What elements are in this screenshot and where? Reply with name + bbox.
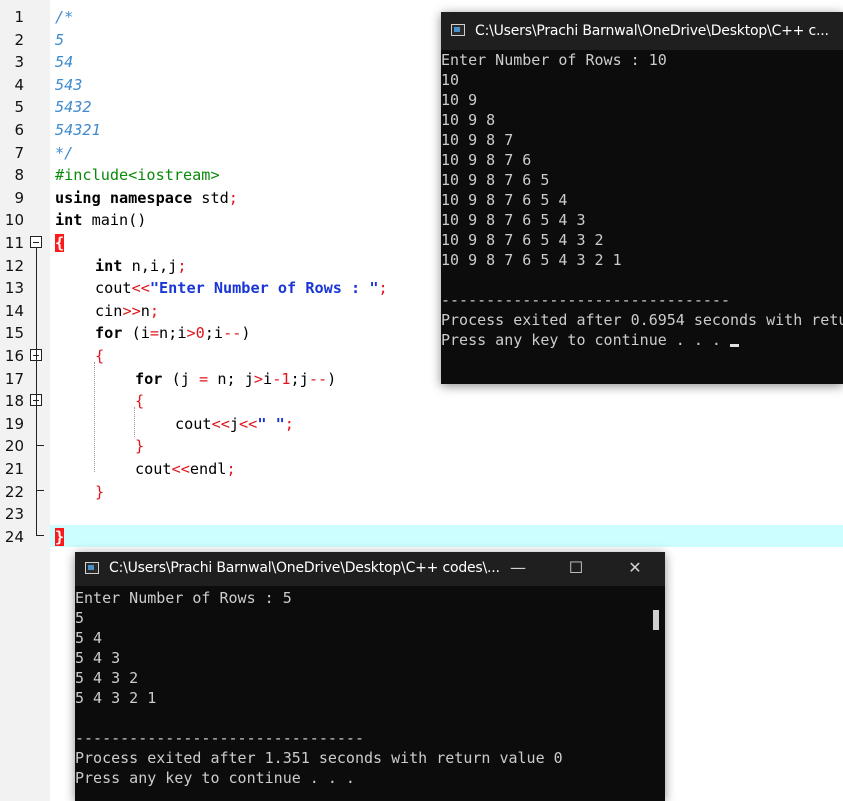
console-line: 10 9 8 7 6 5 4 3 2 — [441, 231, 604, 249]
line-number: 21 — [4, 460, 24, 478]
line-number: 3 — [14, 53, 24, 72]
console-line: Enter Number of Rows : 5 — [75, 589, 292, 607]
console-line: 10 9 8 7 6 5 4 3 — [441, 211, 586, 229]
console-line: 5 4 — [75, 629, 103, 647]
line-number: 19 — [4, 414, 24, 433]
line-number: 24 — [4, 527, 24, 546]
code-line-20: } — [135, 437, 145, 456]
fold-end-marker — [36, 445, 44, 446]
code-line-24: } — [55, 527, 65, 546]
line-number: 16 — [4, 347, 24, 365]
console-app-icon — [451, 24, 465, 36]
close-button[interactable]: ✕ — [624, 558, 646, 578]
line-number: 8 — [14, 166, 24, 185]
code-line-14: cin>>n; — [95, 301, 160, 320]
indent-guide — [94, 362, 95, 472]
code-line-7: */ — [55, 143, 74, 162]
line-number: 14 — [4, 301, 24, 320]
code-line-1: /* — [55, 8, 74, 26]
line-number: 7 — [14, 143, 24, 162]
console-titlebar[interactable]: C:\Users\Prachi Barnwal\OneDrive\Desktop… — [441, 12, 843, 50]
line-number: 17 — [4, 369, 24, 388]
console-titlebar[interactable]: C:\Users\Prachi Barnwal\OneDrive\Desktop… — [75, 552, 665, 586]
console-line: Press any key to continue . . . — [441, 330, 739, 350]
console-line: 10 9 8 7 6 5 4 3 2 1 — [441, 251, 622, 269]
code-line-5: 5432 — [55, 98, 92, 117]
console-line: 5 4 3 — [75, 649, 121, 667]
console-line: 10 9 — [441, 91, 478, 109]
code-line-15: for (i=n;i>0;i--) — [95, 324, 251, 343]
console-line: 10 9 8 7 6 5 — [441, 171, 550, 189]
console-window-small[interactable]: C:\Users\Prachi Barnwal\OneDrive\Desktop… — [75, 552, 665, 801]
line-number: 22 — [4, 482, 24, 501]
console-window-large[interactable]: C:\Users\Prachi Barnwal\OneDrive\Desktop… — [441, 12, 843, 384]
code-line-3: 54 — [55, 53, 74, 72]
line-number: 9 — [14, 188, 24, 207]
fold-line — [36, 248, 37, 535]
console-title: C:\Users\Prachi Barnwal\OneDrive\Desktop… — [475, 23, 829, 39]
line-number: 11 — [4, 234, 24, 252]
fold-end-marker — [36, 490, 44, 491]
fold-end-marker — [36, 535, 44, 536]
console-line: 10 9 8 7 — [441, 131, 514, 149]
console-line: -------------------------------- — [75, 729, 364, 747]
line-number: 23 — [4, 505, 24, 524]
console-line: -------------------------------- — [441, 291, 730, 309]
console-line: 5 — [75, 609, 85, 627]
line-number: 5 — [14, 98, 24, 117]
line-number: 20 — [4, 437, 24, 456]
line-number: 10 — [4, 211, 24, 230]
console-line: Enter Number of Rows : 10 — [441, 51, 667, 69]
console-line: Process exited after 1.351 seconds with … — [75, 749, 563, 767]
console-line: 10 9 8 7 6 — [441, 151, 532, 169]
code-line-16: { — [95, 347, 105, 365]
console-output: Enter Number of Rows : 5 5 5 4 5 4 3 5 4 3 2… — [75, 586, 665, 801]
code-line-8: #include<iostream> — [55, 166, 220, 185]
code-line-12: int n,i,j; — [95, 256, 187, 275]
code-line-13: cout<<"Enter Number of Rows : "; — [95, 279, 388, 298]
line-number: 6 — [14, 121, 24, 139]
console-title: C:\Users\Prachi Barnwal\OneDrive\Desktop… — [109, 560, 500, 576]
console-line: 10 9 8 — [441, 111, 496, 129]
code-line-9: using namespace std; — [55, 188, 238, 207]
console-line: Process exited after 0.6954 seconds with… — [441, 311, 843, 329]
code-line-18: { — [135, 392, 145, 411]
code-line-17: for (j = n; j>i-1;j--) — [135, 369, 337, 388]
line-number: 13 — [4, 279, 24, 298]
current-line-highlight — [50, 525, 843, 547]
console-line: 5 4 3 2 1 — [75, 689, 157, 707]
console-line: 5 4 3 2 — [75, 669, 139, 687]
console-line: 10 — [441, 71, 460, 89]
line-number: 12 — [4, 256, 24, 275]
code-line-19: cout<<j<<" "; — [175, 414, 294, 433]
line-number: 1 — [14, 8, 24, 26]
text-cursor — [729, 344, 739, 347]
maximize-button[interactable]: ☐ — [565, 558, 587, 578]
code-line-10: int main() — [55, 211, 147, 230]
code-line-22: } — [95, 482, 105, 501]
minimize-button[interactable]: — — [507, 558, 529, 578]
code-line-4: 543 — [55, 75, 83, 94]
console-output: Enter Number of Rows : 10 10 10 9 10 9 8 10 … — [441, 50, 843, 384]
line-number: 18 — [4, 392, 24, 411]
fold-toggle-main[interactable] — [30, 236, 42, 248]
line-number: 2 — [14, 30, 24, 49]
code-line-2: 5 — [55, 30, 65, 49]
code-line-11: { — [55, 234, 65, 252]
line-number: 15 — [4, 324, 24, 343]
console-app-icon — [85, 562, 99, 574]
code-line-6: 54321 — [55, 121, 101, 139]
console-line: 10 9 8 7 6 5 4 — [441, 191, 568, 209]
console-line: Press any key to continue . . . — [75, 769, 355, 787]
line-number: 4 — [14, 75, 24, 94]
code-line-21: cout<<endl; — [135, 460, 236, 478]
